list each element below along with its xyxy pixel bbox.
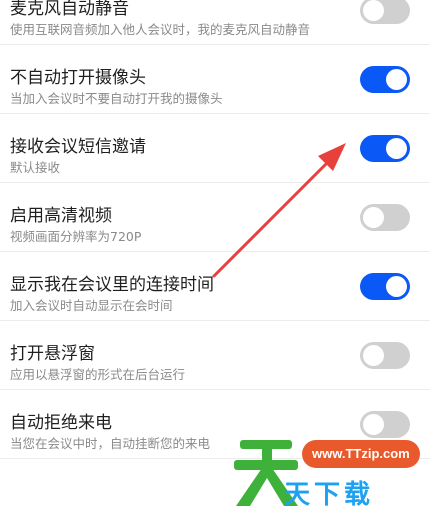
sms-invite-toggle[interactable]: [360, 135, 410, 162]
setting-title: 启用高清视频: [10, 206, 112, 226]
toggle-knob: [363, 207, 384, 228]
setting-row-hd-video: 启用高清视频 视频画面分辨率为720P: [0, 183, 430, 252]
watermark-url: www.TTzip.com: [302, 440, 420, 468]
settings-list: 麦克风自动静音 使用互联网音频加入他人会议时，我的麦克风自动静音 不自动打开摄像…: [0, 0, 430, 459]
setting-row-sms-invite: 接收会议短信邀请 默认接收: [0, 114, 430, 183]
toggle-knob: [363, 0, 384, 21]
toggle-knob: [386, 138, 407, 159]
toggle-knob: [386, 276, 407, 297]
setting-title: 麦克风自动静音: [10, 0, 129, 19]
setting-row-camera: 不自动打开摄像头 当加入会议时不要自动打开我的摄像头: [0, 45, 430, 114]
floating-window-toggle[interactable]: [360, 342, 410, 369]
setting-title: 打开悬浮窗: [10, 344, 95, 364]
setting-row-mic-mute: 麦克风自动静音 使用互联网音频加入他人会议时，我的麦克风自动静音: [0, 0, 430, 45]
setting-subtitle: 当您在会议中时，自动挂断您的来电: [10, 436, 211, 451]
setting-subtitle: 使用互联网音频加入他人会议时，我的麦克风自动静音: [10, 22, 311, 37]
setting-row-connection-time: 显示我在会议里的连接时间 加入会议时自动显示在会时间: [0, 252, 430, 321]
setting-subtitle: 应用以悬浮窗的形式在后台运行: [10, 367, 186, 382]
hd-video-toggle[interactable]: [360, 204, 410, 231]
settings-screen: 麦克风自动静音 使用互联网音频加入他人会议时，我的麦克风自动静音 不自动打开摄像…: [0, 0, 430, 527]
watermark-text: 天下载: [284, 480, 375, 510]
setting-subtitle: 当加入会议时不要自动打开我的摄像头: [10, 91, 223, 106]
setting-title: 显示我在会议里的连接时间: [10, 275, 214, 295]
setting-title: 不自动打开摄像头: [10, 68, 146, 88]
setting-title: 自动拒绝来电: [10, 413, 112, 433]
setting-subtitle: 默认接收: [10, 160, 61, 175]
mic-mute-toggle[interactable]: [360, 0, 410, 24]
camera-toggle[interactable]: [360, 66, 410, 93]
toggle-knob: [386, 69, 407, 90]
setting-subtitle: 加入会议时自动显示在会时间: [10, 298, 173, 313]
toggle-knob: [363, 345, 384, 366]
watermark-logo: www.TTzip.com 天下载: [232, 430, 420, 520]
setting-subtitle: 视频画面分辨率为720P: [10, 229, 142, 244]
setting-row-floating-window: 打开悬浮窗 应用以悬浮窗的形式在后台运行: [0, 321, 430, 390]
connection-time-toggle[interactable]: [360, 273, 410, 300]
setting-title: 接收会议短信邀请: [10, 137, 146, 157]
